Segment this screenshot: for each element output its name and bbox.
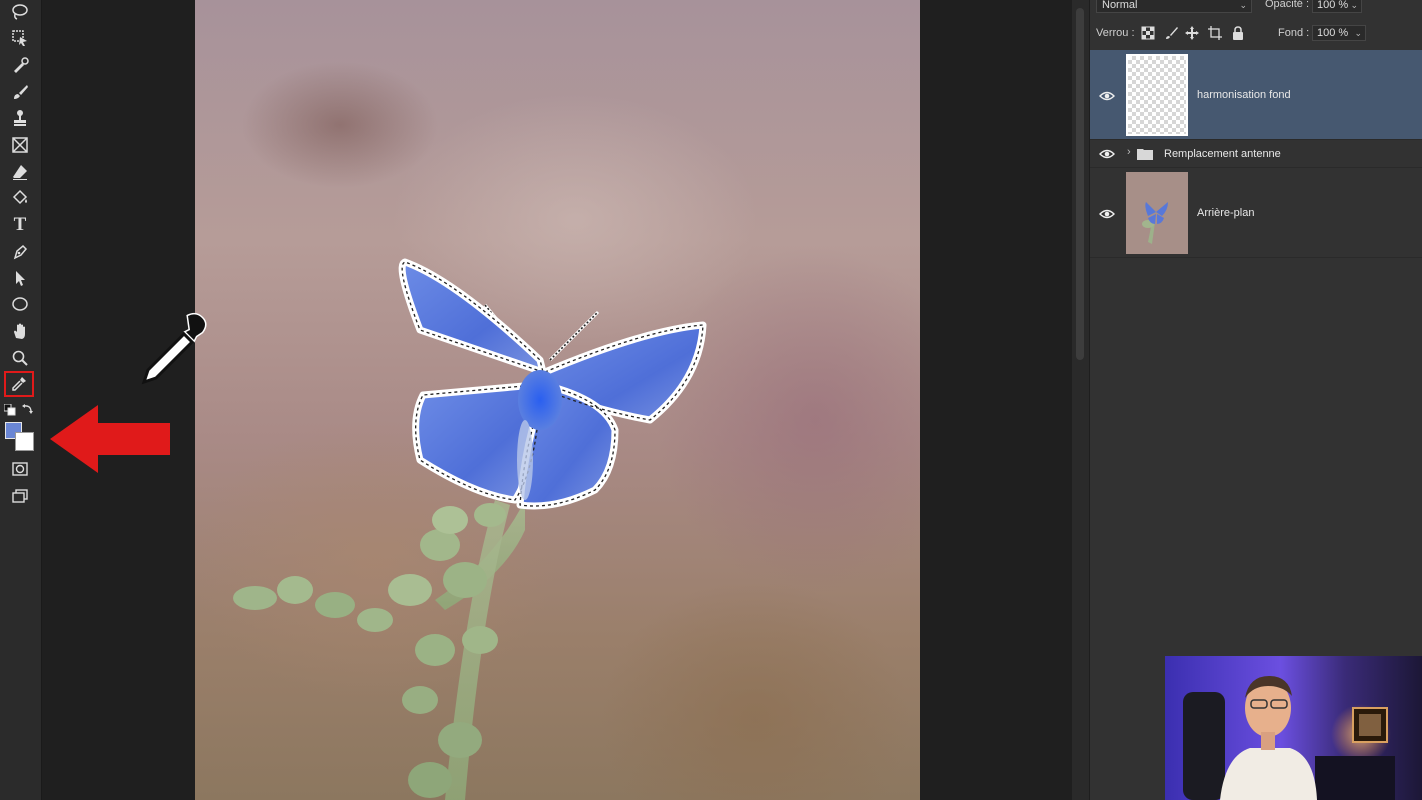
- visibility-eye-icon[interactable]: [1099, 208, 1115, 220]
- chevron-down-icon: ⌄: [1354, 28, 1362, 38]
- chevron-right-icon[interactable]: ›: [1127, 146, 1131, 158]
- path-selection-tool[interactable]: [6, 266, 34, 290]
- clone-stamp-icon: [14, 110, 26, 126]
- annotation-arrow: [50, 405, 170, 473]
- pen-tool[interactable]: [6, 240, 34, 264]
- chevron-down-icon: ⌄: [1239, 0, 1247, 10]
- tools-toolbar: T: [0, 0, 42, 800]
- butterfly-photo: [233, 258, 707, 800]
- document-scrollbar[interactable]: [1072, 0, 1090, 800]
- folder-icon: [1137, 149, 1153, 160]
- eraser-tool[interactable]: [6, 160, 34, 184]
- ellipse-tool[interactable]: [6, 292, 34, 316]
- brush-icon: [14, 85, 28, 99]
- pen-icon: [13, 244, 28, 260]
- webcam-overlay: [1165, 656, 1422, 800]
- layer-name: Remplacement antenne: [1164, 148, 1281, 160]
- lock-artboard-icon[interactable]: [1208, 26, 1222, 40]
- paint-bucket-icon: [12, 189, 28, 205]
- ellipse-icon: [12, 297, 28, 311]
- lock-image-pixels-icon[interactable]: [1165, 26, 1179, 40]
- color-swatches: [3, 401, 39, 456]
- visibility-eye-icon[interactable]: [1099, 90, 1115, 102]
- fill-label: Fond :: [1278, 27, 1310, 39]
- visibility-eye-icon[interactable]: [1099, 148, 1115, 160]
- frame-tool[interactable]: [6, 133, 34, 157]
- layer-row-arriere-plan[interactable]: Arrière-plan: [1090, 168, 1422, 258]
- presenter-video: [1165, 656, 1422, 800]
- lock-all-icon[interactable]: [1231, 26, 1245, 40]
- layer-thumbnail: [1126, 54, 1188, 136]
- quick-mask-button[interactable]: [6, 457, 34, 481]
- document-workspace: [42, 0, 1072, 800]
- eraser-icon: [13, 165, 27, 180]
- lasso-icon: [12, 4, 28, 20]
- hand-tool[interactable]: [6, 319, 34, 343]
- type-icon: T: [13, 214, 27, 235]
- fill-value: 100 %: [1317, 27, 1349, 39]
- layer-row-harmonisation-fond[interactable]: harmonisation fond: [1090, 50, 1422, 140]
- clone-stamp-tool[interactable]: [6, 106, 34, 130]
- opacity-field[interactable]: 100 % ⌄: [1312, 0, 1362, 13]
- panel-divider: [1089, 0, 1090, 800]
- blend-mode-value: Normal: [1102, 0, 1138, 11]
- lasso-tool[interactable]: [6, 0, 34, 24]
- scrollbar-thumb[interactable]: [1076, 8, 1084, 360]
- opacity-label: Opacité :: [1265, 0, 1310, 10]
- opacity-value: 100 %: [1317, 0, 1349, 11]
- default-colors-icon[interactable]: [4, 404, 16, 416]
- lock-position-icon[interactable]: [1185, 26, 1199, 40]
- layer-row-remplacement-antenne[interactable]: › Remplacement antenne: [1090, 140, 1422, 168]
- blend-mode-select[interactable]: Normal ⌄: [1096, 0, 1252, 13]
- spot-healing-icon: [14, 57, 29, 73]
- screen-mode-button[interactable]: [6, 484, 34, 508]
- document-canvas[interactable]: [195, 0, 920, 800]
- background-color-swatch[interactable]: [15, 432, 34, 451]
- layer-name: Arrière-plan: [1197, 207, 1255, 219]
- lock-label: Verrou :: [1096, 27, 1135, 39]
- type-tool[interactable]: T: [6, 213, 34, 237]
- eyedropper-cursor: [141, 312, 207, 385]
- spot-healing-tool[interactable]: [6, 53, 34, 77]
- swap-colors-icon[interactable]: [21, 402, 35, 416]
- layer-name: harmonisation fond: [1197, 89, 1291, 101]
- hand-icon: [14, 323, 25, 339]
- path-selection-icon: [16, 271, 25, 286]
- brush-tool[interactable]: [6, 80, 34, 104]
- zoom-tool[interactable]: [6, 346, 34, 370]
- plant-stem: [233, 500, 525, 800]
- lock-transparent-pixels-icon[interactable]: [1141, 26, 1155, 40]
- quick-mask-icon: [12, 462, 28, 476]
- object-selection-tool[interactable]: [6, 26, 34, 50]
- layer-thumbnail: [1126, 172, 1188, 254]
- object-selection-icon: [12, 30, 27, 46]
- frame-icon: [12, 137, 28, 153]
- paint-bucket-tool[interactable]: [6, 186, 34, 210]
- eyedropper-tool[interactable]: [4, 371, 34, 397]
- screen-mode-icon: [12, 489, 28, 503]
- chevron-down-icon: ⌄: [1350, 0, 1358, 10]
- zoom-icon: [12, 350, 28, 366]
- layer-list: harmonisation fond › Remplacement antenn…: [1090, 50, 1422, 260]
- eyedropper-icon: [12, 377, 26, 391]
- fill-field[interactable]: 100 % ⌄: [1312, 25, 1366, 41]
